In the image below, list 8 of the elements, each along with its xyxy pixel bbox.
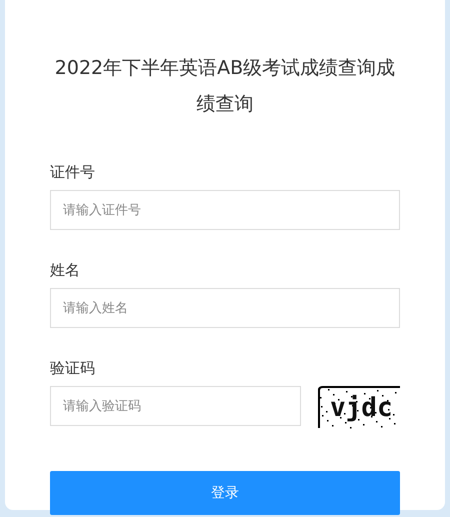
field-label: 姓名: [50, 260, 81, 280]
field-label: 验证码: [50, 358, 96, 378]
input-field[interactable]: 请输入验证码: [50, 386, 301, 426]
field-label: 证件号: [50, 162, 96, 182]
page-title: 2022年下半年英语AB级考试成绩查询成绩查询: [54, 56, 396, 117]
input-field[interactable]: 请输入证件号: [50, 190, 400, 230]
captcha-image[interactable]: vjdc: [318, 386, 400, 429]
input-field[interactable]: 请输入姓名: [50, 288, 400, 328]
